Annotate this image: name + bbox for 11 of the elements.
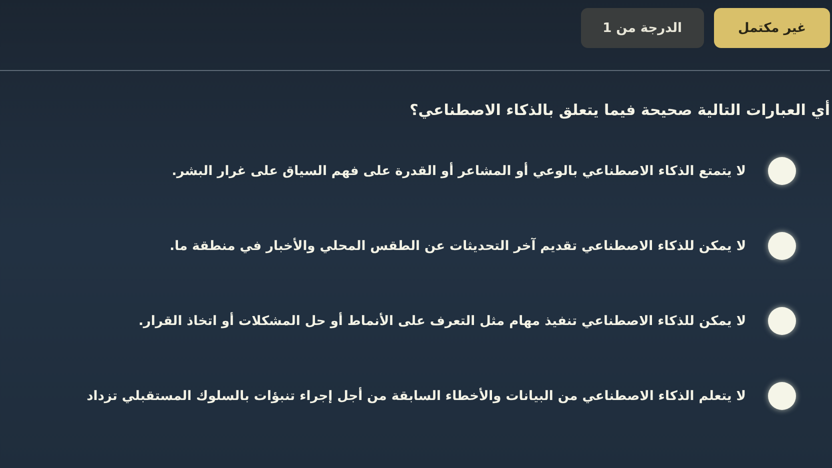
option-text[interactable]: لا يمكن للذكاء الاصطناعي تقديم آخر التحديثات عن الطقس المحلي والأخبار في منطقة ما. xyxy=(170,238,746,254)
option-text[interactable]: لا يتعلم الذكاء الاصطناعي من البيانات والأخطاء السابقة من أجل إجراء تنبؤات بالسلوك المستقبلي تزداد xyxy=(86,388,746,404)
status-badge: غير مكتمل xyxy=(714,8,830,48)
radio-button[interactable] xyxy=(768,232,796,260)
option-text[interactable]: لا يمكن للذكاء الاصطناعي تنفيذ مهام مثل التعرف على الأنماط أو حل المشكلات أو اتخاذ القرار. xyxy=(138,314,746,328)
radio-button[interactable] xyxy=(768,157,796,185)
option-text[interactable]: لا يتمتع الذكاء الاصطناعي بالوعي أو المشاعر أو القدرة على فهم السياق على غرار البشر. xyxy=(172,164,746,178)
question-text: أي العبارات التالية صحيحة فيما يتعلق بالذكاء الاصطناعي؟ xyxy=(408,101,830,119)
radio-button[interactable] xyxy=(768,307,796,335)
score-badge: الدرجة من 1 xyxy=(580,8,704,48)
radio-button[interactable] xyxy=(768,382,796,410)
